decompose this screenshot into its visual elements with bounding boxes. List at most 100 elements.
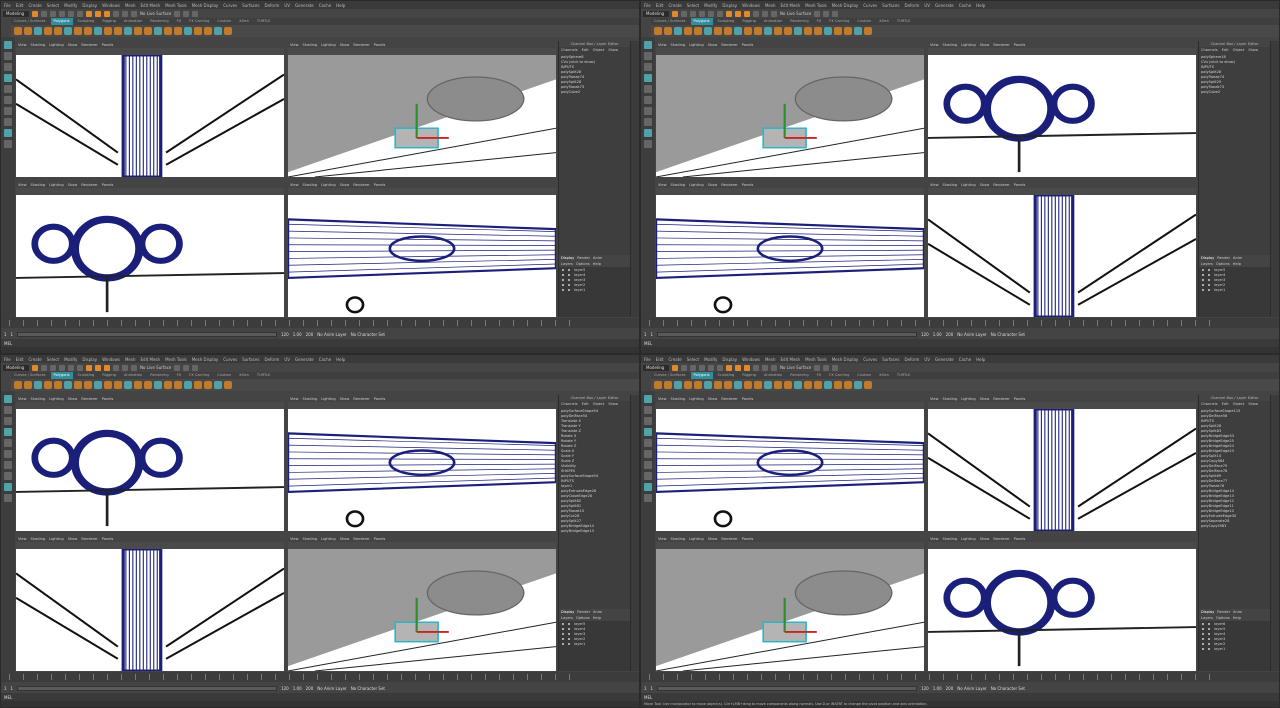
shelf-tool-icon[interactable]: [84, 27, 92, 35]
viewport-toolbar[interactable]: [656, 542, 924, 549]
shelf-tool-icon[interactable]: [834, 27, 842, 35]
scale-tool-icon[interactable]: [4, 96, 12, 104]
last-tool-icon[interactable]: [644, 107, 652, 115]
open-scene-icon[interactable]: [690, 10, 696, 17]
menu-file[interactable]: File: [4, 3, 11, 8]
redo-icon[interactable]: [77, 10, 83, 17]
four-view-icon[interactable]: [4, 483, 12, 491]
shelf-tab-rigging[interactable]: Rigging: [99, 18, 119, 25]
viewport-menu-show[interactable]: Show: [340, 43, 350, 47]
shelf-tab-fx-caching[interactable]: FX Caching: [186, 18, 212, 25]
shelf-tool-icon[interactable]: [824, 27, 832, 35]
viewport-menu-view[interactable]: View: [658, 43, 667, 47]
ipr-icon[interactable]: [183, 364, 190, 371]
viewport-toolbar[interactable]: [656, 188, 924, 195]
shelf-tab-sculpting[interactable]: Sculpting: [715, 18, 738, 25]
viewport-persp[interactable]: View Shading Lighting Show Renderer Panels: [928, 395, 1196, 531]
viewport-menu-panels[interactable]: Panels: [1014, 397, 1026, 401]
shelf-tool-icon[interactable]: [144, 27, 152, 35]
viewport-menu-panels[interactable]: Panels: [742, 43, 754, 47]
single-view-icon[interactable]: [4, 118, 12, 126]
shelf-tool-icon[interactable]: [784, 27, 792, 35]
viewport-menu-lighting[interactable]: Lighting: [689, 183, 704, 187]
render-icon[interactable]: [814, 364, 821, 371]
viewport-menu-lighting[interactable]: Lighting: [689, 397, 704, 401]
channel-menu-object[interactable]: Object: [593, 402, 605, 406]
menu-surfaces[interactable]: Surfaces: [242, 3, 259, 8]
channel-menu-object[interactable]: Object: [1233, 402, 1245, 406]
viewport-menu-renderer[interactable]: Renderer: [81, 397, 97, 401]
shelf-tab-fx[interactable]: FX: [814, 18, 825, 25]
viewport-scene[interactable]: [656, 195, 924, 317]
single-view-icon[interactable]: [644, 118, 652, 126]
channel-menu-channels[interactable]: Channels: [561, 402, 578, 406]
shelf-tool-icon[interactable]: [764, 381, 772, 389]
range-end-field[interactable]: 120: [281, 332, 289, 337]
shelf-tool-icon[interactable]: [84, 381, 92, 389]
ipr-icon[interactable]: [823, 10, 830, 17]
viewport-menu-view[interactable]: View: [658, 183, 667, 187]
layer-tab-anim[interactable]: Anim: [593, 256, 602, 260]
viewport-menu-show[interactable]: Show: [340, 537, 350, 541]
viewport-menu-show[interactable]: Show: [708, 397, 718, 401]
shelf-tab-turtle[interactable]: TURTLE: [894, 372, 914, 379]
move-tool-icon[interactable]: [644, 428, 652, 436]
playback-toggle-icon[interactable]: [1208, 637, 1210, 640]
shelf-tool-icon[interactable]: [194, 27, 202, 35]
shelf-tool-icon[interactable]: [834, 381, 842, 389]
shelf-tab-xgen[interactable]: XGen: [236, 372, 252, 379]
playback-toggle-icon[interactable]: [1208, 627, 1210, 630]
viewport-top[interactable]: View Shading Lighting Show Renderer Panels: [16, 41, 284, 177]
anim-layer-select[interactable]: No Anim Layer: [317, 332, 346, 337]
menu-mesh-tools[interactable]: Mesh Tools: [165, 357, 187, 362]
viewport-menu-renderer[interactable]: Renderer: [721, 537, 737, 541]
shelf-tab-rigging[interactable]: Rigging: [739, 18, 759, 25]
range-start-field[interactable]: 1: [4, 332, 7, 337]
shelf-tool-icon[interactable]: [694, 27, 702, 35]
viewport-scene[interactable]: [16, 195, 284, 317]
playback-toggle-icon[interactable]: [1208, 268, 1210, 271]
playback-toggle-icon[interactable]: [1208, 273, 1210, 276]
viewport-toolbar[interactable]: [288, 402, 556, 409]
rotate-tool-icon[interactable]: [644, 439, 652, 447]
range-slider-bar[interactable]: [657, 685, 918, 691]
viewport-persp[interactable]: View Shading Lighting Show Renderer Panels: [928, 41, 1196, 177]
viewport-toolbar[interactable]: [656, 48, 924, 55]
menuset-icon[interactable]: [32, 364, 38, 371]
viewport-toolbar[interactable]: [928, 542, 1196, 549]
current-frame-field[interactable]: 1: [651, 332, 654, 337]
new-scene-icon[interactable]: [681, 364, 687, 371]
snap-curve-icon[interactable]: [762, 10, 768, 17]
menu-create[interactable]: Create: [28, 357, 41, 362]
viewport-menu-show[interactable]: Show: [340, 397, 350, 401]
shelf-tool-icon[interactable]: [724, 381, 732, 389]
channel-menu-object[interactable]: Object: [1233, 48, 1245, 52]
viewport-menu-shading[interactable]: Shading: [671, 397, 686, 401]
lasso-tool-icon[interactable]: [644, 52, 652, 60]
shelf-tool-icon[interactable]: [34, 381, 42, 389]
viewport-toolbar[interactable]: [16, 402, 284, 409]
undo-icon[interactable]: [708, 364, 714, 371]
menu-edit-mesh[interactable]: Edit Mesh: [781, 3, 801, 8]
paint-select-icon[interactable]: [4, 63, 12, 71]
viewport-menu-shading[interactable]: Shading: [31, 537, 46, 541]
viewport-menu-renderer[interactable]: Renderer: [993, 183, 1009, 187]
viewport-menu-view[interactable]: View: [930, 183, 939, 187]
viewport-side[interactable]: View Shading Lighting Show Renderer Panels: [288, 181, 556, 317]
viewport-menu-show[interactable]: Show: [68, 183, 78, 187]
shelf-tool-icon[interactable]: [684, 27, 692, 35]
shelf-tool-icon[interactable]: [824, 381, 832, 389]
outliner-layout-icon[interactable]: [644, 494, 652, 502]
menu-edit-mesh[interactable]: Edit Mesh: [141, 357, 161, 362]
shelf-tab-fx[interactable]: FX: [174, 18, 185, 25]
shelf-tool-icon[interactable]: [794, 27, 802, 35]
viewport-top[interactable]: View Shading Lighting Show Renderer Panels: [16, 395, 284, 531]
menu-select[interactable]: Select: [47, 3, 59, 8]
shelf-tool-icon[interactable]: [104, 27, 112, 35]
shelf-tool-icon[interactable]: [114, 381, 122, 389]
single-view-icon[interactable]: [644, 472, 652, 480]
viewport-menu-lighting[interactable]: Lighting: [321, 183, 336, 187]
channel-menu-show[interactable]: Show: [1248, 402, 1258, 406]
viewport-menu-lighting[interactable]: Lighting: [689, 43, 704, 47]
layer-tab-render[interactable]: Render: [1217, 610, 1230, 614]
